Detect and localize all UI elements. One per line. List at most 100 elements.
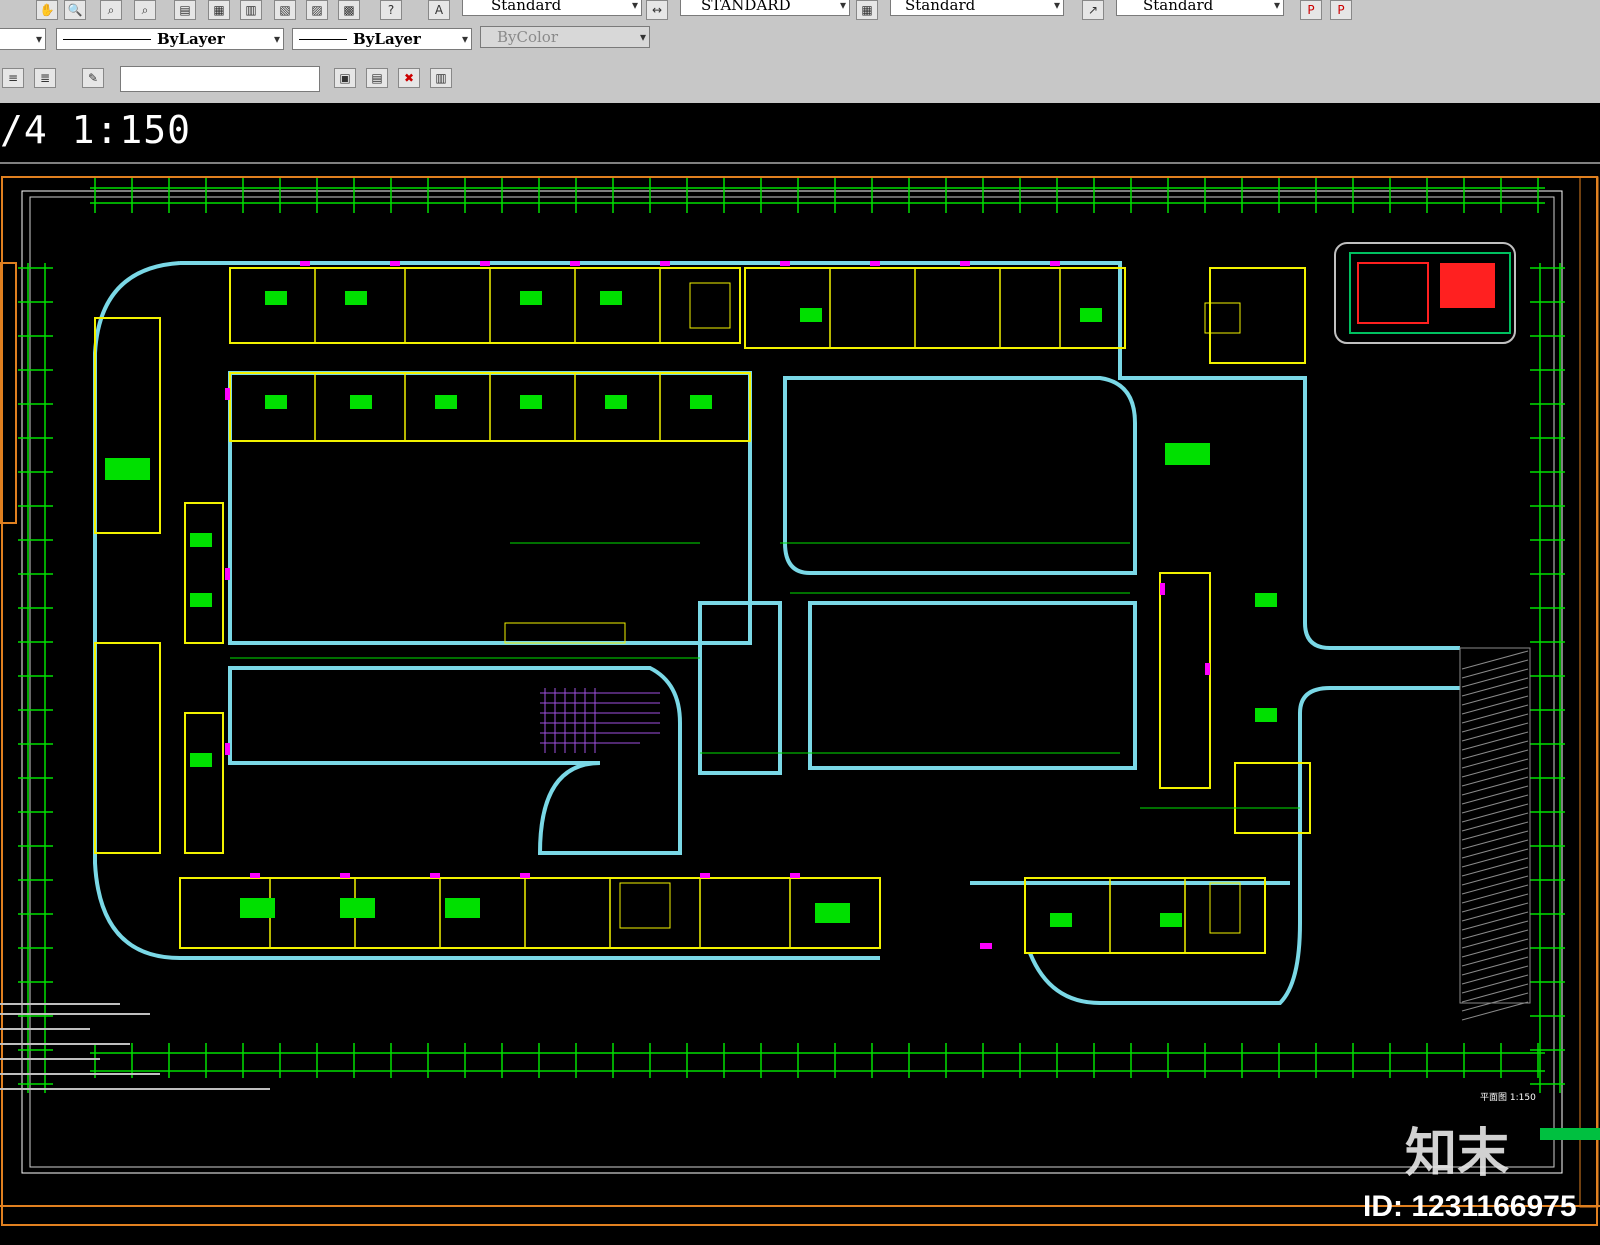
chevron-down-icon: ▾ xyxy=(631,0,638,12)
hatch-line xyxy=(1461,713,1529,733)
lineweight-select[interactable]: ByLayer ▾ xyxy=(292,28,472,50)
stairs-hatch xyxy=(540,688,660,753)
layer-properties-icon[interactable]: ≡ xyxy=(2,68,24,88)
mleader-style-icon[interactable]: ↗ xyxy=(1082,0,1104,20)
hatch-line xyxy=(1461,776,1529,796)
mleader-style-value: Standard xyxy=(1143,0,1214,14)
hatch-line xyxy=(1461,686,1529,706)
hatch-line xyxy=(1461,812,1529,832)
hatch-line xyxy=(1461,677,1529,697)
hatch-line xyxy=(1461,704,1529,724)
hatch-line xyxy=(1461,992,1529,1012)
layer-isolate-icon[interactable]: ▤ xyxy=(366,68,388,88)
key-plan xyxy=(1334,242,1516,344)
hatch-line xyxy=(1461,848,1529,868)
chevron-down-icon: ▾ xyxy=(35,32,42,46)
stair-blocks xyxy=(504,282,1241,934)
hatch-line xyxy=(1461,650,1529,670)
drawing-frame xyxy=(1,176,1598,1226)
mleader-style-select[interactable]: Standard ▾ xyxy=(1116,0,1284,16)
hatch-line xyxy=(1461,974,1529,994)
markup-icon[interactable]: ▨ xyxy=(306,0,328,20)
hatch-line xyxy=(1461,794,1529,814)
tool-palettes-icon[interactable]: ▥ xyxy=(240,0,262,20)
dim-style-select[interactable]: STANDARD ▾ xyxy=(680,0,850,16)
hatch-line xyxy=(1461,821,1529,841)
hatch-line xyxy=(1461,866,1529,886)
pdf-print-icon[interactable]: P xyxy=(1330,0,1352,20)
design-center-icon[interactable]: ▦ xyxy=(208,0,230,20)
landscape-hatch xyxy=(1459,647,1531,1021)
title-block-label: 平面图 1:150 xyxy=(1480,1092,1536,1103)
zoom-realtime-icon[interactable]: 🔍 xyxy=(64,0,86,20)
pan-icon[interactable]: ✋ xyxy=(36,0,58,20)
hatch-line xyxy=(1461,722,1529,742)
layer-walk-icon[interactable]: ▥ xyxy=(430,68,452,88)
table-style-icon[interactable]: ▦ xyxy=(856,0,878,20)
chevron-down-icon: ▾ xyxy=(839,0,846,12)
hatch-line xyxy=(1461,929,1529,949)
hatch-line xyxy=(1461,758,1529,778)
make-current-icon[interactable]: ✎ xyxy=(82,68,104,88)
layer-previous-icon[interactable]: ▣ xyxy=(334,68,356,88)
pdf-export-icon[interactable]: P xyxy=(1300,0,1322,20)
text-style-icon[interactable]: A xyxy=(428,0,450,20)
text-style-select[interactable]: Standard ▾ xyxy=(462,0,642,16)
help-icon[interactable]: ? xyxy=(380,0,402,20)
table-style-select[interactable]: Standard ▾ xyxy=(890,0,1064,16)
plotstyle-select[interactable]: ByColor ▾ xyxy=(480,26,650,48)
plotstyle-value: ByColor xyxy=(497,28,559,46)
table-style-value: Standard xyxy=(905,0,976,14)
chevron-down-icon: ▾ xyxy=(461,32,468,46)
hatch-line xyxy=(1461,911,1529,931)
partitions xyxy=(269,268,1186,953)
dim-style-value: STANDARD xyxy=(701,0,791,14)
properties-icon[interactable]: ▤ xyxy=(174,0,196,20)
sheet-set-icon[interactable]: ▧ xyxy=(274,0,296,20)
annotations xyxy=(230,542,1300,809)
hatch-line xyxy=(1461,767,1529,787)
hatch-line xyxy=(1461,659,1529,679)
hatch-line xyxy=(1461,920,1529,940)
hatch-line xyxy=(1461,884,1529,904)
title-block xyxy=(1540,1128,1600,1140)
linetype-select[interactable]: ByLayer ▾ xyxy=(56,28,284,50)
watermark-id: ID: 1231166975 xyxy=(1363,1190,1577,1223)
layer-input[interactable] xyxy=(120,66,320,92)
hatch-line xyxy=(1461,947,1529,967)
hatch-line xyxy=(1461,938,1529,958)
lineweight-preview xyxy=(299,39,347,40)
floor-plan: 平面图 1:150 xyxy=(0,162,1600,1226)
hatch-line xyxy=(1461,740,1529,760)
chevron-down-icon: ▾ xyxy=(639,30,646,44)
hatch-line xyxy=(1461,893,1529,913)
hatch-line xyxy=(1461,785,1529,805)
hatch-line xyxy=(1461,983,1529,1003)
hatch-line xyxy=(1461,749,1529,769)
toolbar-area: ✋ 🔍 ⌕ ⌕ ▤ ▦ ▥ ▧ ▨ ▩ ? A Standard ▾ ↔ STA… xyxy=(0,0,1600,103)
hatch-line xyxy=(1461,965,1529,985)
hatch-line xyxy=(1461,830,1529,850)
hatch-line xyxy=(1461,875,1529,895)
calculator-icon[interactable]: ▩ xyxy=(338,0,360,20)
layer-states-icon[interactable]: ≣ xyxy=(34,68,56,88)
dim-style-icon[interactable]: ↔ xyxy=(646,0,668,20)
hatch-line xyxy=(1461,668,1529,688)
chevron-down-icon: ▾ xyxy=(1053,0,1060,12)
zoom-previous-icon[interactable]: ⌕ xyxy=(134,0,156,20)
text-style-value: Standard xyxy=(491,0,562,14)
hatch-line xyxy=(1461,839,1529,859)
linetype-preview xyxy=(63,39,151,40)
hatch-line xyxy=(1461,803,1529,823)
layer-delete-icon[interactable]: ✖ xyxy=(398,68,420,88)
zoom-window-icon[interactable]: ⌕ xyxy=(100,0,122,20)
hatch-line xyxy=(1461,1001,1529,1021)
color-select[interactable]: ▾ xyxy=(0,28,46,50)
hatch-line xyxy=(1461,902,1529,922)
linetype-value: ByLayer xyxy=(157,30,225,48)
hatch-line xyxy=(1461,857,1529,877)
chevron-down-icon: ▾ xyxy=(273,32,280,46)
drawing-canvas[interactable]: /4 1:150 平面图 1:150 知末 ID: 1231166975 xyxy=(0,103,1600,1245)
room-tags xyxy=(105,291,1277,927)
hatch-line xyxy=(1461,956,1529,976)
